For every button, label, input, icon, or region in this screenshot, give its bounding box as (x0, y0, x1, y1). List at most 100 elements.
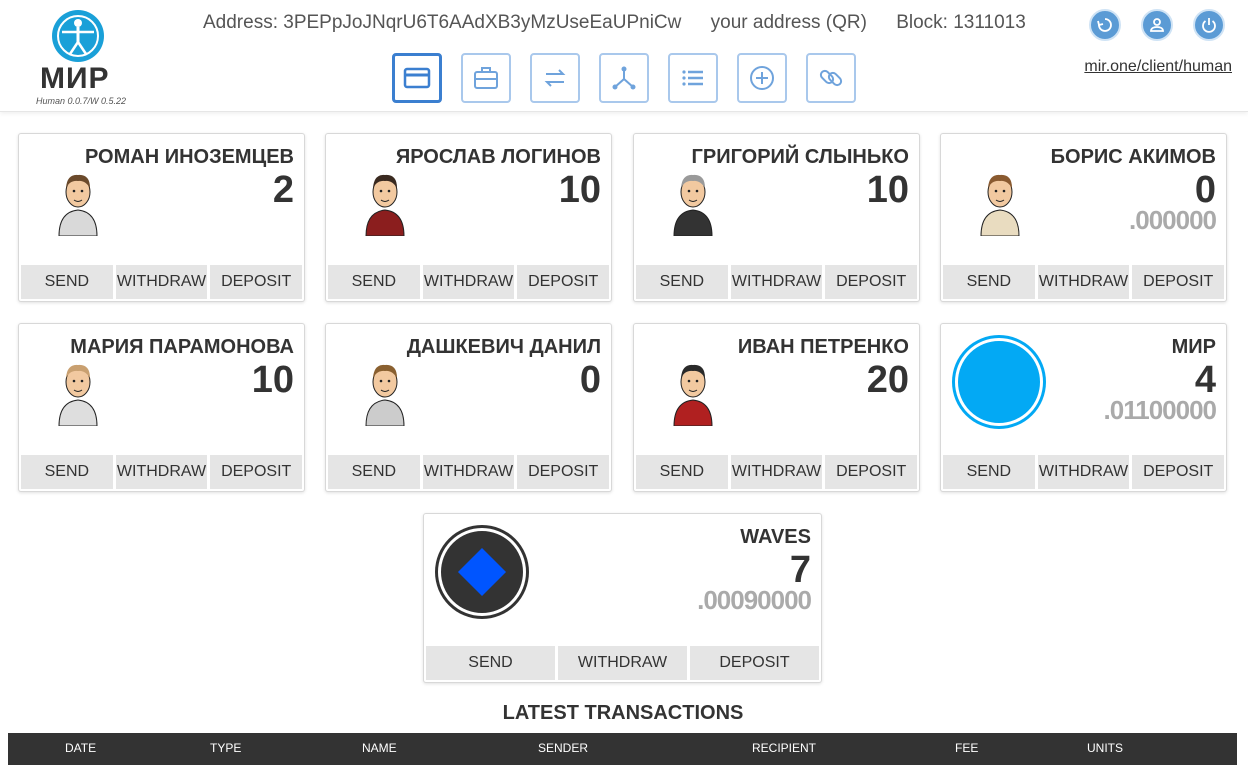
deposit-button[interactable]: DEPOSIT (1132, 455, 1225, 489)
deposit-button[interactable]: DEPOSIT (517, 265, 610, 299)
withdraw-button[interactable]: WITHDRAW (422, 455, 515, 489)
profile-button[interactable] (1141, 9, 1173, 41)
card-icon (403, 67, 431, 89)
card-fraction: .000000 (1129, 205, 1217, 235)
send-button[interactable]: SEND (943, 265, 1035, 299)
send-button[interactable]: SEND (636, 455, 728, 489)
deposit-button[interactable]: DEPOSIT (210, 455, 303, 489)
card-amount: 0 (579, 359, 601, 401)
card-name: ЯРОСЛАВ ЛОГИНОВ (395, 146, 601, 168)
send-button[interactable]: SEND (21, 265, 113, 299)
card-amount: 10 (558, 169, 601, 211)
mir-coin-icon (955, 338, 1043, 426)
nav-network-button[interactable] (599, 53, 649, 103)
card-name: РОМАН ИНОЗЕМЦЕВ (84, 146, 294, 168)
waves-coin-icon (438, 528, 526, 616)
avatar (365, 174, 405, 236)
deposit-button[interactable]: DEPOSIT (825, 455, 918, 489)
link-icon (819, 69, 843, 87)
withdraw-button[interactable]: WITHDRAW (558, 646, 687, 680)
card-amount: 20 (866, 359, 909, 401)
nav-portfolio-button[interactable] (461, 53, 511, 103)
deposit-button[interactable]: DEPOSIT (517, 455, 610, 489)
balance-card: БОРИС АКИМОВ 0.000000 SEND WITHDRAW DEPOSIT (940, 133, 1227, 302)
balance-card: ГРИГОРИЙ СЛЫНЬКО 10 SEND WITHDRAW DEPOSIT (633, 133, 920, 302)
vitruvian-logo-icon (52, 10, 104, 62)
deposit-button[interactable]: DEPOSIT (1132, 265, 1225, 299)
card-actions: SEND WITHDRAW DEPOSIT (943, 265, 1225, 299)
card-actions: SEND WITHDRAW DEPOSIT (21, 265, 303, 299)
withdraw-button[interactable]: WITHDRAW (422, 265, 515, 299)
nav-exchange-button[interactable] (530, 53, 580, 103)
nav-list-button[interactable] (668, 53, 718, 103)
column-header-units[interactable]: UNITS (1087, 741, 1123, 755)
withdraw-button[interactable]: WITHDRAW (115, 265, 208, 299)
balance-card: WAVES 7.00090000 SEND WITHDRAW DEPOSIT (423, 513, 822, 683)
column-header-name[interactable]: NAME (362, 741, 397, 755)
column-header-sender[interactable]: SENDER (538, 741, 588, 755)
card-name: WAVES (740, 526, 811, 548)
app-header: МИР Human 0.0.7/W 0.5.22 Address: 3PEPpJ… (0, 0, 1248, 112)
account-info: Address: 3PEPpJoJNqrU6T6AAdXB3yMzUseEaUP… (203, 12, 1050, 34)
card-amount: 10 (251, 359, 294, 401)
card-name: ГРИГОРИЙ СЛЫНЬКО (691, 146, 909, 168)
header-actions (1089, 9, 1225, 41)
send-button[interactable]: SEND (328, 455, 420, 489)
withdraw-button[interactable]: WITHDRAW (730, 265, 823, 299)
network-icon (612, 66, 636, 90)
withdraw-button[interactable]: WITHDRAW (1037, 455, 1130, 489)
send-button[interactable]: SEND (21, 455, 113, 489)
client-link[interactable]: mir.one/client/human (1084, 58, 1232, 76)
qr-address-link[interactable]: your address (QR) (711, 12, 867, 33)
list-icon (682, 70, 703, 86)
send-button[interactable]: SEND (636, 265, 728, 299)
withdraw-button[interactable]: WITHDRAW (730, 455, 823, 489)
column-header-fee[interactable]: FEE (955, 741, 978, 755)
version-label: Human 0.0.7/W 0.5.22 (36, 96, 127, 106)
column-header-date[interactable]: DATE (65, 741, 96, 755)
block-height: Block: 1311013 (896, 12, 1026, 33)
logout-button[interactable] (1193, 9, 1225, 41)
avatar (673, 364, 713, 426)
card-actions: SEND WITHDRAW DEPOSIT (328, 265, 610, 299)
balance-card: РОМАН ИНОЗЕМЦЕВ 2 SEND WITHDRAW DEPOSIT (18, 133, 305, 302)
refresh-icon (1097, 18, 1112, 32)
user-icon (1150, 18, 1164, 32)
deposit-button[interactable]: DEPOSIT (690, 646, 819, 680)
deposit-button[interactable]: DEPOSIT (210, 265, 303, 299)
nav-link-button[interactable] (806, 53, 856, 103)
card-name: МАРИЯ ПАРАМОНОВА (70, 336, 294, 358)
balance-card: ИВАН ПЕТРЕНКО 20 SEND WITHDRAW DEPOSIT (633, 323, 920, 492)
transactions-title: LATEST TRANSACTIONS (502, 702, 744, 724)
avatar (365, 364, 405, 426)
card-actions: SEND WITHDRAW DEPOSIT (636, 455, 918, 489)
balance-card: ЯРОСЛАВ ЛОГИНОВ 10 SEND WITHDRAW DEPOSIT (325, 133, 612, 302)
withdraw-button[interactable]: WITHDRAW (1037, 265, 1130, 299)
wallet-address[interactable]: Address: 3PEPpJoJNqrU6T6AAdXB3yMzUseEaUP… (203, 12, 681, 33)
power-icon (1202, 18, 1216, 33)
refresh-button[interactable] (1089, 9, 1121, 41)
card-actions: SEND WITHDRAW DEPOSIT (328, 455, 610, 489)
mir-logo[interactable]: МИР Human 0.0.7/W 0.5.22 (36, 8, 146, 108)
briefcase-icon (474, 67, 498, 89)
nav-add-button[interactable] (737, 53, 787, 103)
transactions-table-header: DATE TYPE NAME SENDER RECIPIENT FEE UNIT… (8, 733, 1237, 765)
card-amount: 7 (789, 549, 811, 591)
send-button[interactable]: SEND (943, 455, 1035, 489)
card-actions: SEND WITHDRAW DEPOSIT (21, 455, 303, 489)
card-amount: 10 (866, 169, 909, 211)
deposit-button[interactable]: DEPOSIT (825, 265, 918, 299)
column-header-type[interactable]: TYPE (210, 741, 241, 755)
withdraw-button[interactable]: WITHDRAW (115, 455, 208, 489)
nav-wallet-button[interactable] (392, 53, 442, 103)
avatar (673, 174, 713, 236)
card-actions: SEND WITHDRAW DEPOSIT (636, 265, 918, 299)
card-amount: 2 (272, 169, 294, 211)
avatar (58, 364, 98, 426)
transfer-icon (544, 69, 566, 87)
card-actions: SEND WITHDRAW DEPOSIT (426, 646, 819, 680)
column-header-recipient[interactable]: RECIPIENT (752, 741, 816, 755)
send-button[interactable]: SEND (328, 265, 420, 299)
add-circle-icon (750, 66, 774, 90)
send-button[interactable]: SEND (426, 646, 555, 680)
